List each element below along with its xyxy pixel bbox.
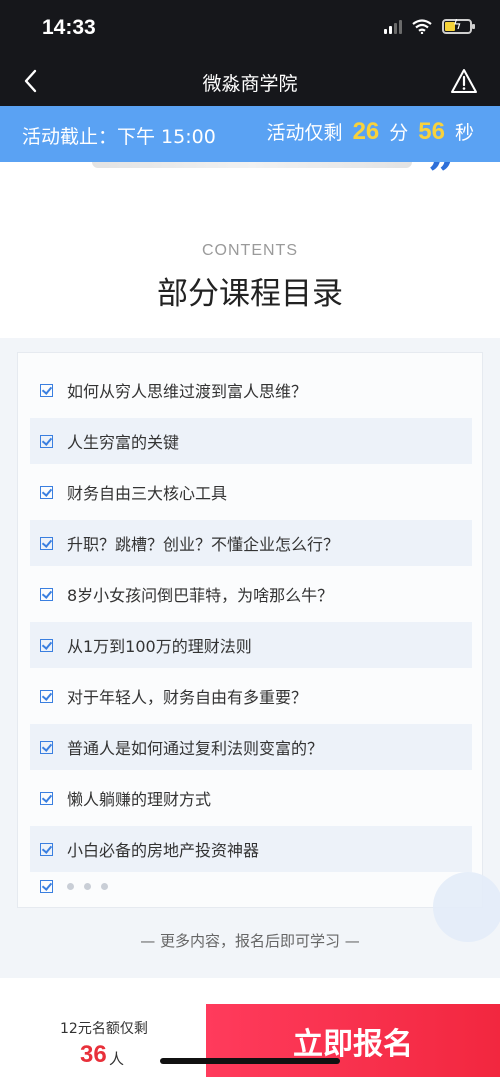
slots-unit: 人 bbox=[109, 1050, 125, 1068]
status-icons: ϟ bbox=[384, 18, 475, 34]
list-item[interactable]: 从1万到100万的理财法则 bbox=[30, 622, 472, 668]
checkbox-icon bbox=[40, 689, 53, 703]
checkbox-icon bbox=[40, 536, 53, 550]
list-item[interactable]: 人生穷富的关键 bbox=[30, 418, 472, 464]
quote-icon: ” bbox=[428, 162, 454, 184]
list-item[interactable]: 小白必备的房地产投资神器 bbox=[30, 826, 472, 872]
signal-icon bbox=[384, 19, 402, 34]
course-list-area: 如何从穷人思维过渡到富人思维？ 人生穷富的关键 财务自由三大核心工具 升职？跳槽… bbox=[0, 338, 500, 978]
deadline-text: 活动截止：下午 15:00 bbox=[22, 126, 216, 148]
course-title: 对于年轻人，财务自由有多重要？ bbox=[67, 688, 308, 707]
list-item[interactable]: 财务自由三大核心工具 bbox=[30, 469, 472, 515]
course-title: 普通人是如何通过复利法则变富的？ bbox=[67, 739, 324, 758]
signup-button[interactable]: 立即报名 bbox=[206, 1004, 500, 1077]
section-title: 部分课程目录 bbox=[157, 276, 343, 312]
course-list: 如何从穷人思维过渡到富人思维？ 人生穷富的关键 财务自由三大核心工具 升职？跳槽… bbox=[17, 352, 483, 908]
minutes-unit: 分 bbox=[389, 122, 409, 144]
course-title: 人生穷富的关键 bbox=[67, 433, 180, 452]
contents-eyebrow: CONTENTS bbox=[202, 242, 298, 259]
list-item-ellipsis bbox=[30, 871, 472, 901]
countdown-remaining: 活动仅剩 26 分 56 秒 bbox=[267, 118, 474, 146]
checkbox-icon bbox=[40, 740, 53, 754]
countdown-minutes: 26 bbox=[352, 118, 380, 145]
remaining-label: 活动仅剩 bbox=[266, 122, 343, 144]
checkbox-icon bbox=[40, 434, 53, 448]
checkbox-icon bbox=[40, 587, 53, 601]
list-item[interactable]: 8岁小女孩问倒巴菲特，为啥那么牛？ bbox=[30, 571, 472, 617]
list-item[interactable]: 升职？跳槽？创业？不懂企业怎么行？ bbox=[30, 520, 472, 566]
checkbox-icon bbox=[40, 791, 53, 805]
course-title: 如何从穷人思维过渡到富人思维？ bbox=[67, 382, 308, 401]
checkbox-icon bbox=[40, 383, 53, 397]
list-item[interactable]: 如何从穷人思维过渡到富人思维？ bbox=[30, 367, 472, 413]
course-title: 懒人躺赚的理财方式 bbox=[67, 790, 212, 809]
slots-count: 36 bbox=[80, 1041, 107, 1068]
more-content-note: — 更多内容，报名后即可学习 — bbox=[140, 932, 360, 950]
status-bar: 14:33 ϟ bbox=[0, 0, 500, 58]
previous-section-peek: ” bbox=[0, 162, 500, 184]
course-title: 8岁小女孩问倒巴菲特，为啥那么牛？ bbox=[67, 586, 334, 605]
list-item[interactable]: 懒人躺赚的理财方式 bbox=[30, 775, 472, 821]
ellipsis-dots bbox=[67, 882, 108, 890]
status-time: 14:33 bbox=[42, 16, 96, 39]
list-item[interactable]: 普通人是如何通过复利法则变富的？ bbox=[30, 724, 472, 770]
warning-icon[interactable] bbox=[450, 68, 478, 94]
slots-label: 12元名额仅剩 bbox=[60, 1021, 148, 1037]
seconds-unit: 秒 bbox=[454, 122, 474, 144]
wifi-icon bbox=[412, 19, 432, 34]
list-item[interactable]: 对于年轻人，财务自由有多重要？ bbox=[30, 673, 472, 719]
home-indicator bbox=[160, 1058, 340, 1064]
countdown-seconds: 56 bbox=[418, 118, 445, 145]
checkbox-icon bbox=[40, 842, 53, 856]
checkbox-icon bbox=[40, 879, 53, 893]
course-title: 小白必备的房地产投资神器 bbox=[67, 841, 260, 860]
course-title: 升职？跳槽？创业？不懂企业怎么行？ bbox=[67, 535, 340, 554]
countdown-bar: 活动截止：下午 15:00 活动仅剩 26 分 56 秒 bbox=[0, 106, 500, 162]
battery-icon: ϟ bbox=[442, 18, 475, 34]
checkbox-icon bbox=[40, 638, 53, 652]
course-title: 财务自由三大核心工具 bbox=[67, 484, 228, 503]
course-title: 从1万到100万的理财法则 bbox=[67, 637, 252, 656]
nav-bar: 微淼商学院 bbox=[0, 58, 500, 106]
blurred-text bbox=[92, 162, 412, 168]
page-title: 微淼商学院 bbox=[202, 73, 298, 95]
checkbox-icon bbox=[40, 485, 53, 499]
